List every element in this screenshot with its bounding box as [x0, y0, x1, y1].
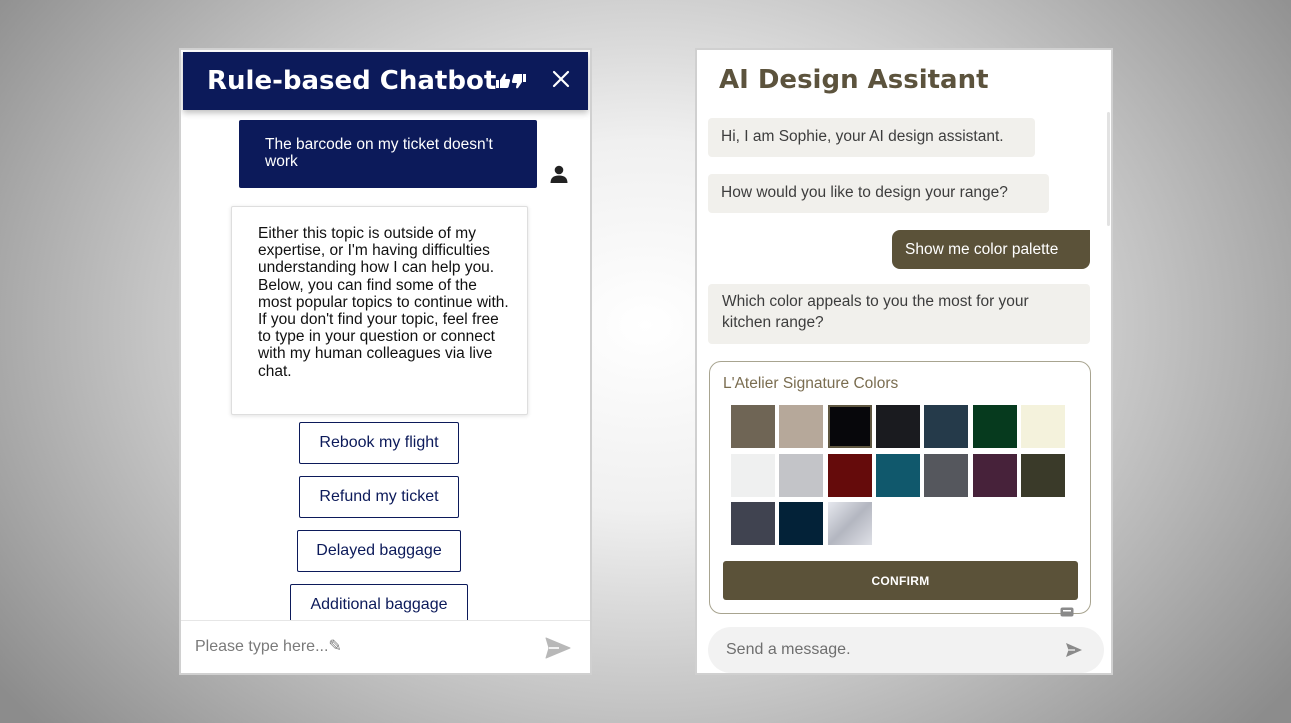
color-swatch[interactable]	[827, 405, 872, 448]
confirm-button[interactable]: CONFIRM	[723, 561, 1078, 600]
chat-title: Rule-based Chatbot	[207, 66, 497, 96]
chat-widget-icon[interactable]	[1060, 607, 1074, 617]
bot-message: Either this topic is outside of my exper…	[231, 206, 528, 415]
quick-reply-rebook[interactable]: Rebook my flight	[299, 422, 459, 464]
thumbs-up-down-icon[interactable]	[495, 72, 527, 90]
scrollbar[interactable]	[1107, 112, 1110, 226]
color-swatch[interactable]	[779, 502, 824, 545]
color-swatch[interactable]	[924, 405, 969, 448]
bot-message: Hi, I am Sophie, your AI design assistan…	[708, 118, 1035, 157]
close-icon[interactable]	[551, 69, 571, 89]
quick-reply-refund[interactable]: Refund my ticket	[299, 476, 459, 518]
color-swatch[interactable]	[1020, 405, 1065, 448]
color-swatch[interactable]	[779, 453, 824, 497]
palette-title: L'Atelier Signature Colors	[723, 375, 899, 392]
color-swatch[interactable]	[779, 405, 824, 448]
color-swatch[interactable]	[827, 502, 872, 545]
user-message: The barcode on my ticket doesn't work	[239, 120, 537, 188]
color-swatch[interactable]	[972, 405, 1017, 448]
color-swatch[interactable]	[875, 453, 920, 497]
color-swatch[interactable]	[827, 453, 872, 497]
ai-design-assistant-window: AI Design Assitant Hi, I am Sophie, your…	[695, 48, 1113, 675]
color-swatch[interactable]	[731, 453, 775, 497]
color-swatch[interactable]	[731, 405, 775, 448]
message-composer	[708, 627, 1104, 673]
message-composer	[181, 620, 590, 673]
user-message: Show me color palette	[892, 230, 1090, 269]
color-swatch[interactable]	[875, 405, 920, 448]
message-input[interactable]	[726, 637, 1046, 663]
assistant-title: AI Design Assitant	[719, 65, 989, 95]
chat-header: Rule-based Chatbot	[183, 52, 588, 110]
color-swatch[interactable]	[972, 453, 1017, 497]
user-avatar-icon	[550, 165, 568, 183]
message-input[interactable]	[195, 633, 515, 661]
bot-message: How would you like to design your range?	[708, 174, 1049, 213]
color-palette-card: L'Atelier Signature Colors CONFIRM	[709, 361, 1091, 614]
color-swatch[interactable]	[924, 453, 969, 497]
send-icon[interactable]	[545, 636, 571, 660]
color-swatch[interactable]	[731, 502, 775, 545]
send-icon[interactable]	[1065, 642, 1083, 658]
quick-reply-delayed-baggage[interactable]: Delayed baggage	[297, 530, 461, 572]
color-swatch[interactable]	[1020, 453, 1065, 497]
rule-based-chat-window: Rule-based Chatbot The barcode on my tic…	[179, 48, 592, 675]
bot-message: Which color appeals to you the most for …	[708, 284, 1090, 344]
